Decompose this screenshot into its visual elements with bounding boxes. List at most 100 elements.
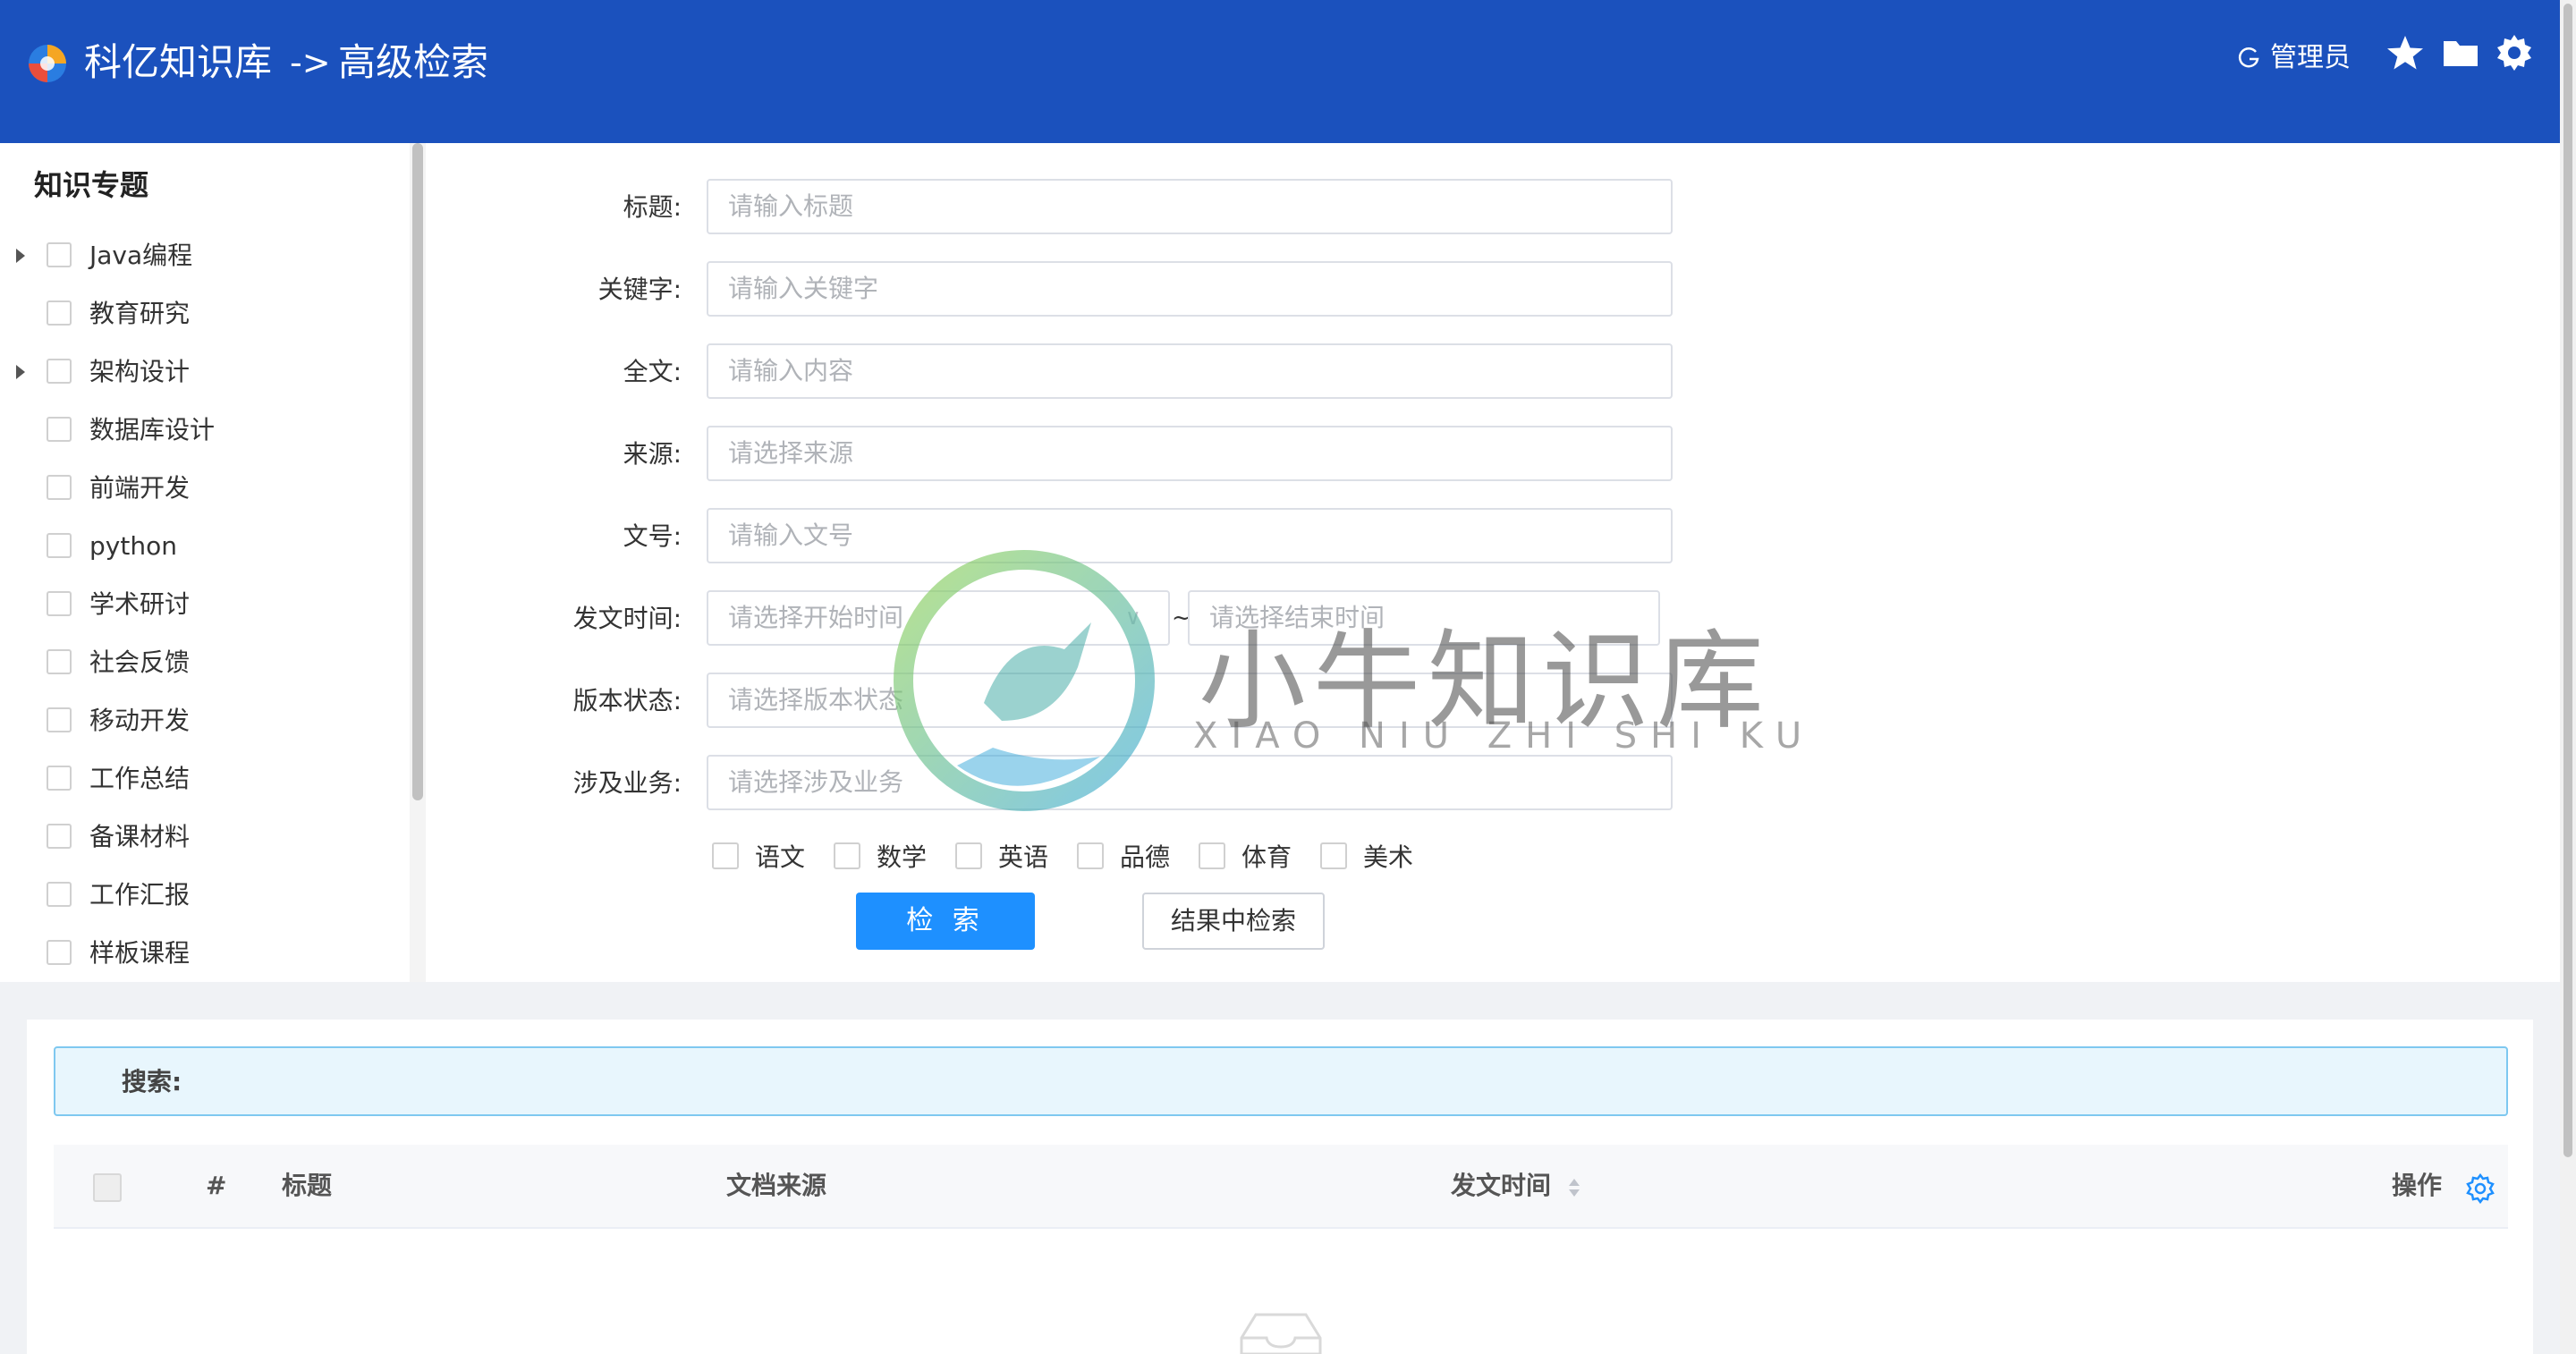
topic-checkbox[interactable] bbox=[47, 300, 72, 326]
sidebar-item-label: python bbox=[89, 531, 177, 561]
column-title[interactable]: 标题 bbox=[282, 1168, 332, 1204]
column-date[interactable]: 发文时间 bbox=[1451, 1168, 1551, 1204]
subject-checkbox[interactable] bbox=[834, 842, 860, 869]
sidebar-item-label: 工作汇报 bbox=[89, 880, 191, 910]
sidebar-item[interactable]: 数据库设计 bbox=[0, 407, 411, 455]
search-summary-label: 搜索: bbox=[122, 1067, 182, 1096]
column-actions: 操作 bbox=[2392, 1171, 2443, 1200]
sidebar-item-label: 学术研讨 bbox=[89, 589, 191, 619]
topic-checkbox[interactable] bbox=[47, 882, 72, 907]
topic-checkbox[interactable] bbox=[47, 707, 72, 732]
title-input[interactable]: 请输入标题 bbox=[707, 179, 1673, 234]
user-icon bbox=[2238, 47, 2259, 68]
version-label: 版本状态: bbox=[572, 686, 682, 715]
sidebar-item[interactable]: 社会反馈 bbox=[0, 639, 411, 688]
empty-inbox-icon bbox=[1240, 1313, 1322, 1354]
column-source[interactable]: 文档来源 bbox=[726, 1168, 826, 1204]
business-label: 涉及业务: bbox=[572, 768, 682, 798]
subject-checkbox[interactable] bbox=[1199, 842, 1225, 869]
subject-option[interactable]: 数学 bbox=[834, 838, 927, 874]
top-header: 科亿知识库 -> 高级检索 管理员 bbox=[0, 0, 2560, 143]
keyword-label: 关键字: bbox=[597, 275, 682, 304]
keyword-input[interactable]: 请输入关键字 bbox=[707, 261, 1673, 317]
fulltext-label: 全文: bbox=[623, 357, 682, 386]
topic-checkbox[interactable] bbox=[47, 591, 72, 616]
topic-checkbox[interactable] bbox=[47, 824, 72, 849]
subject-label: 品德 bbox=[1120, 842, 1171, 872]
docno-input[interactable]: 请输入文号 bbox=[707, 508, 1673, 563]
sidebar-item-label: 样板课程 bbox=[89, 938, 191, 968]
sort-icon[interactable] bbox=[1567, 1177, 1581, 1198]
sidebar-item-label: 前端开发 bbox=[89, 473, 191, 503]
topic-checkbox[interactable] bbox=[47, 242, 72, 267]
search-summary-bar bbox=[54, 1046, 2508, 1116]
select-all-checkbox[interactable] bbox=[93, 1173, 122, 1202]
sidebar-item[interactable]: 教育研究 bbox=[0, 291, 411, 339]
caret-right-icon[interactable] bbox=[16, 365, 25, 379]
page-title: 高级检索 bbox=[338, 40, 489, 84]
subject-option[interactable]: 语文 bbox=[712, 838, 805, 874]
subject-checkbox[interactable] bbox=[712, 842, 739, 869]
subject-checkbox[interactable] bbox=[1077, 842, 1104, 869]
sidebar-item[interactable]: 备课材料 bbox=[0, 814, 411, 862]
sidebar-item[interactable]: 样板课程 bbox=[0, 930, 411, 978]
sidebar-item-label: 社会反馈 bbox=[89, 647, 191, 677]
sidebar-item-label: 工作总结 bbox=[89, 764, 191, 793]
app-title[interactable]: 科亿知识库 bbox=[84, 36, 272, 89]
sidebar-item[interactable]: 架构设计 bbox=[0, 349, 411, 397]
chevron-down-icon: ∨ bbox=[1125, 605, 1141, 630]
topic-checkbox[interactable] bbox=[47, 417, 72, 442]
subject-option[interactable]: 品德 bbox=[1077, 838, 1170, 874]
business-select[interactable]: 请选择涉及业务 bbox=[707, 755, 1673, 810]
topic-checkbox[interactable] bbox=[47, 940, 72, 965]
subject-label: 数学 bbox=[877, 842, 928, 872]
source-label: 来源: bbox=[623, 439, 682, 469]
topic-checkbox[interactable] bbox=[47, 649, 72, 674]
star-icon[interactable] bbox=[2385, 32, 2426, 73]
subject-label: 语文 bbox=[755, 842, 806, 872]
user-name: 管理员 bbox=[2270, 42, 2351, 73]
sidebar-item[interactable]: 学术研讨 bbox=[0, 581, 411, 630]
subject-option[interactable]: 英语 bbox=[955, 838, 1048, 874]
subject-checkbox[interactable] bbox=[1320, 842, 1347, 869]
source-select[interactable]: 请选择来源 bbox=[707, 426, 1673, 481]
date-label: 发文时间: bbox=[572, 604, 682, 633]
results-table-header bbox=[54, 1145, 2508, 1229]
sidebar-item-label: 移动开发 bbox=[89, 706, 191, 735]
sidebar-item-label: 备课材料 bbox=[89, 822, 191, 851]
sidebar-item[interactable]: python bbox=[0, 523, 411, 571]
search-button[interactable]: 检 索 bbox=[856, 893, 1035, 950]
user-menu[interactable]: 管理员 bbox=[2236, 38, 2351, 79]
watermark-subtext: XIAO NIU ZHI SHI KU bbox=[1193, 715, 1816, 757]
start-date-picker[interactable]: 请选择开始时间 bbox=[707, 590, 1170, 646]
folder-icon[interactable] bbox=[2440, 32, 2481, 73]
topic-checkbox[interactable] bbox=[47, 359, 72, 384]
title-label: 标题: bbox=[623, 192, 682, 222]
sidebar-item[interactable]: 前端开发 bbox=[0, 465, 411, 513]
docno-label: 文号: bbox=[623, 521, 682, 551]
subject-label: 体育 bbox=[1241, 842, 1292, 872]
topic-checkbox[interactable] bbox=[47, 533, 72, 558]
sidebar-item[interactable]: 工作总结 bbox=[0, 756, 411, 804]
sidebar-item-label: 架构设计 bbox=[89, 357, 191, 386]
subject-option[interactable]: 美术 bbox=[1320, 838, 1413, 874]
caret-right-icon[interactable] bbox=[16, 249, 25, 263]
sidebar-item[interactable]: 工作汇报 bbox=[0, 872, 411, 920]
fulltext-input[interactable]: 请输入内容 bbox=[707, 343, 1673, 399]
topic-checkbox[interactable] bbox=[47, 766, 72, 791]
search-within-results-button[interactable]: 结果中检索 bbox=[1142, 893, 1325, 950]
column-settings-icon[interactable] bbox=[2465, 1173, 2496, 1204]
settings-icon[interactable] bbox=[2494, 32, 2535, 73]
page-scrollbar-thumb[interactable] bbox=[2563, 4, 2572, 1157]
subject-option[interactable]: 体育 bbox=[1199, 838, 1292, 874]
subject-label: 英语 bbox=[998, 842, 1049, 872]
subject-label: 美术 bbox=[1363, 842, 1414, 872]
sidebar-item[interactable]: Java编程 bbox=[0, 233, 411, 281]
sidebar-item-label: 数据库设计 bbox=[89, 415, 216, 444]
subject-checkbox[interactable] bbox=[955, 842, 982, 869]
sidebar-title: 知识专题 bbox=[34, 168, 149, 202]
topic-checkbox[interactable] bbox=[47, 475, 72, 500]
sidebar-item-label: 教育研究 bbox=[89, 299, 191, 328]
sidebar-item[interactable]: 移动开发 bbox=[0, 698, 411, 746]
sidebar-item-label: Java编程 bbox=[89, 241, 193, 270]
